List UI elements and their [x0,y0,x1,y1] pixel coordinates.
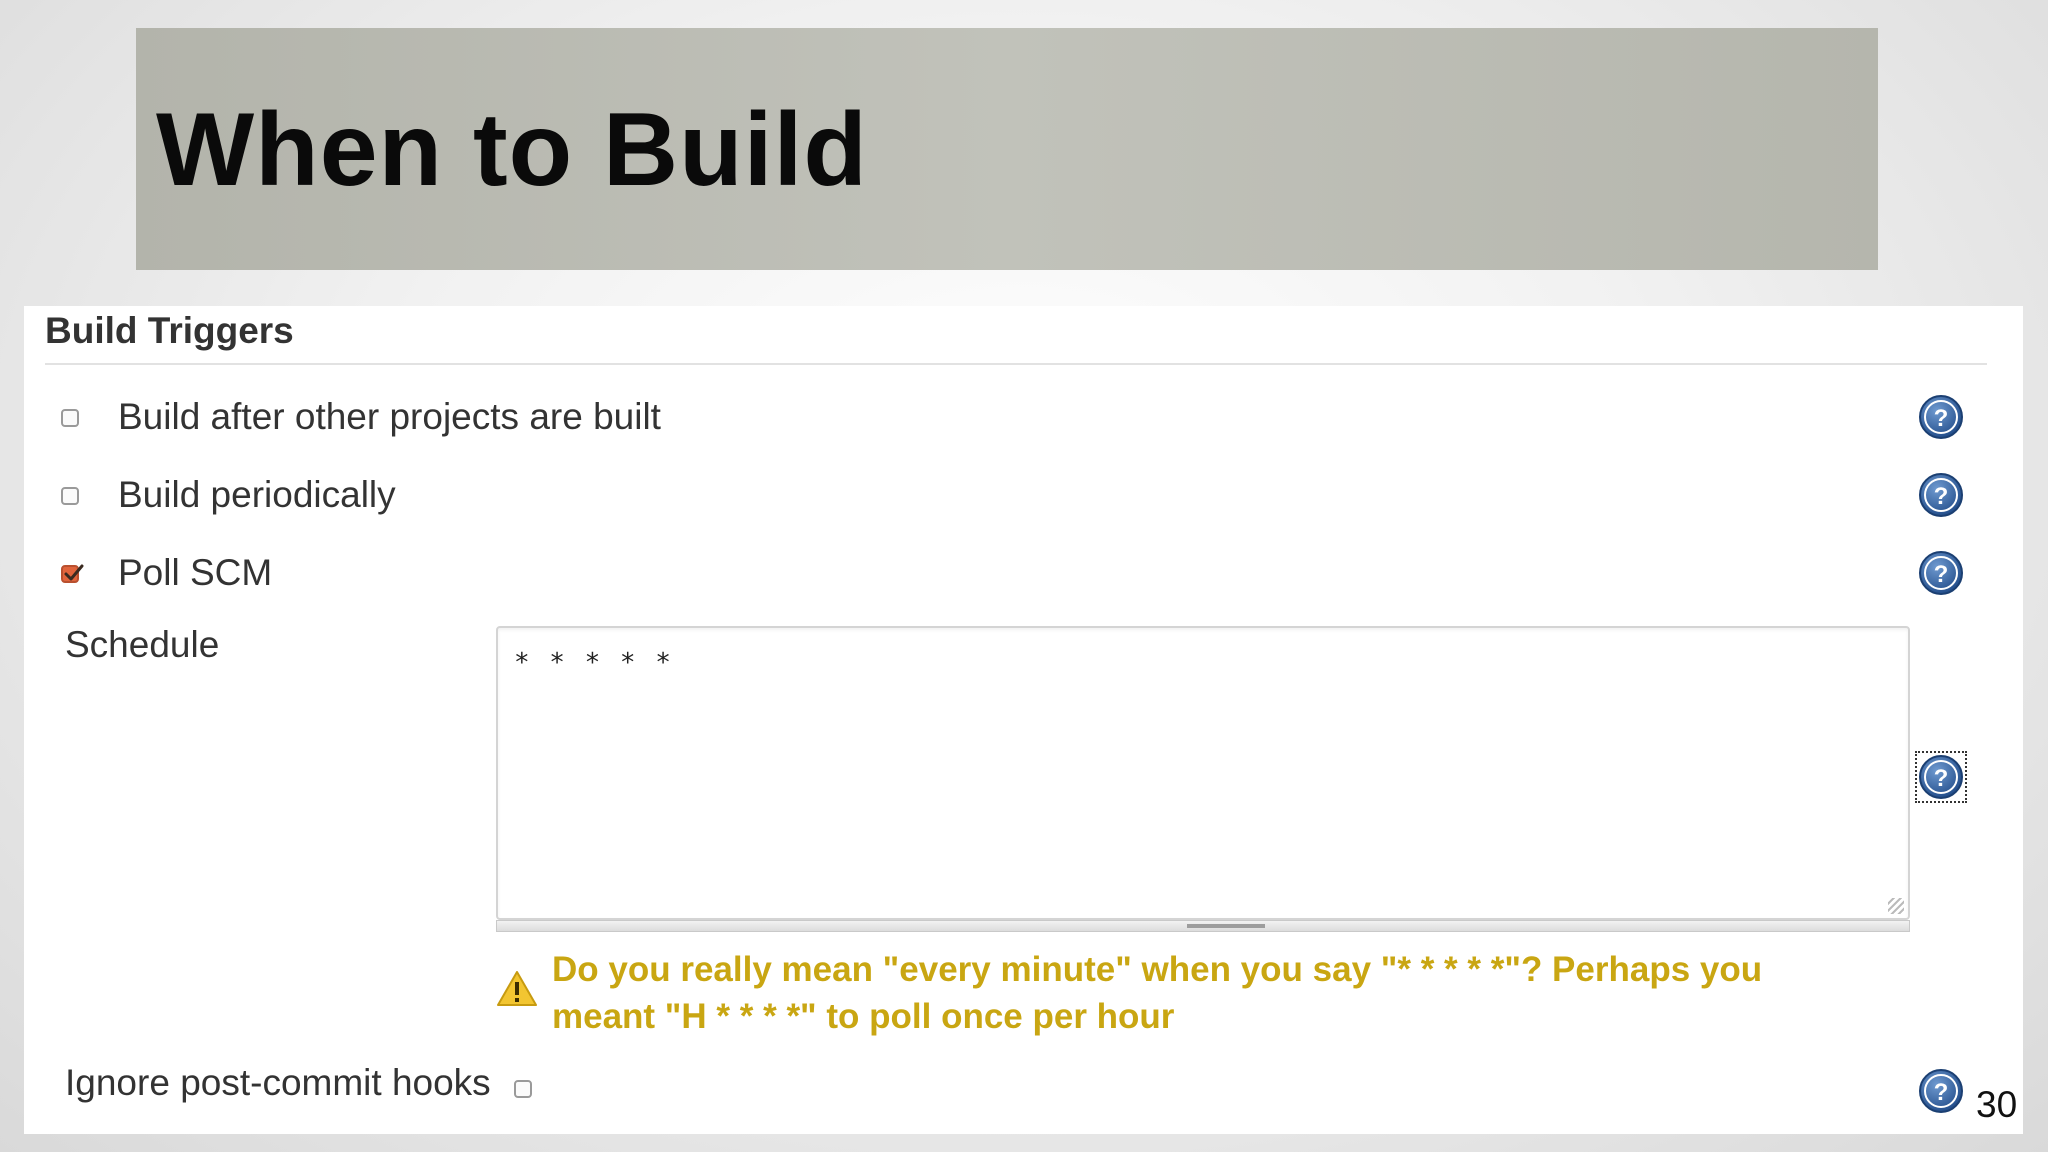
poll-scm-checkbox[interactable] [61,564,84,583]
schedule-textarea[interactable]: * * * * * [496,626,1910,920]
help-icon[interactable]: ? [1918,472,1964,518]
ignore-hooks-checkbox[interactable] [514,1080,532,1098]
svg-text:?: ? [1934,1079,1949,1106]
section-divider [45,363,1987,365]
trigger-row-build-after-other: Build after other projects are built ? [24,388,2023,444]
slide-title-bar: When to Build [136,28,1878,270]
schedule-warning-text: Do you really mean "every minute" when y… [552,950,1763,1036]
ignore-hooks-label: Ignore post-commit hooks [65,1062,491,1103]
build-triggers-panel: Build Triggers Build after other project… [24,306,2023,1134]
trigger-row-poll-scm: Poll SCM ? [24,544,2023,600]
schedule-value: * * * * * [514,648,673,678]
svg-text:?: ? [1934,561,1949,588]
warning-icon [497,971,537,1006]
help-icon[interactable]: ? [1918,550,1964,596]
section-title: Build Triggers [45,310,294,351]
drag-handle-icon [1187,924,1265,928]
slide-title: When to Build [156,92,868,208]
svg-text:?: ? [1934,483,1949,510]
help-icon[interactable]: ? [1915,751,1967,803]
checkmark-icon [64,564,84,581]
poll-scm-label: Poll SCM [118,552,273,593]
help-icon[interactable]: ? [1918,394,1964,440]
build-after-other-checkbox[interactable] [61,409,79,427]
schedule-label: Schedule [65,624,220,665]
slide-page-number: 30 [1976,1084,2018,1125]
help-icon[interactable]: ? [1918,1068,1964,1114]
build-periodically-label: Build periodically [118,474,396,515]
svg-text:?: ? [1934,765,1949,792]
textarea-resize-bar[interactable] [496,920,1910,932]
build-after-other-label: Build after other projects are built [118,396,661,437]
build-periodically-checkbox[interactable] [61,487,79,505]
svg-text:?: ? [1934,405,1949,432]
trigger-row-build-periodically: Build periodically ? [24,466,2023,522]
resize-grip-icon[interactable] [1888,898,1904,914]
